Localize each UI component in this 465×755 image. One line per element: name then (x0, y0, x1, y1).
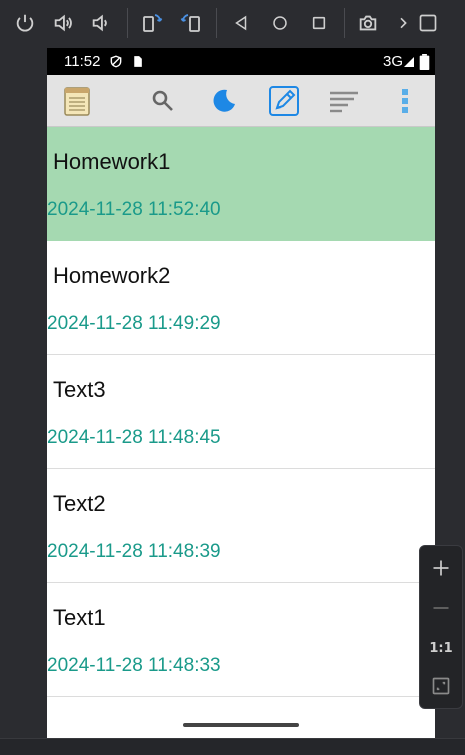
back-icon[interactable] (226, 8, 256, 38)
status-bar: 11:52 3G (47, 48, 435, 75)
extended-controls-icon[interactable] (414, 8, 442, 38)
actual-size-button[interactable]: 1:1 (420, 630, 462, 666)
note-date: 2024-11-28 11:48:45 (47, 427, 221, 448)
edit-icon[interactable] (266, 83, 302, 119)
note-title: Text1 (53, 605, 106, 630)
overview-icon[interactable] (304, 8, 334, 38)
night-mode-icon[interactable] (205, 83, 241, 119)
zoom-panel: 1:1 (419, 545, 463, 709)
note-date: 2024-11-28 11:48:33 (47, 655, 221, 676)
rotate-right-icon[interactable] (176, 8, 206, 38)
list-item[interactable]: Text2 2024-11-28 11:48:39 (47, 469, 435, 583)
sim-card-icon (134, 56, 142, 67)
note-title: Homework1 (53, 149, 171, 174)
zoom-out-icon[interactable] (420, 590, 462, 626)
emulator-bottom-bar (0, 738, 465, 755)
rotate-left-icon[interactable] (137, 8, 167, 38)
battery-icon (419, 54, 430, 70)
device-screen: 11:52 3G Homework1 2024-11-28 11:52:40 H… (47, 48, 435, 738)
list-item[interactable]: Text3 2024-11-28 11:48:45 (47, 355, 435, 469)
note-title: Text2 (53, 491, 106, 516)
zoom-in-icon[interactable] (420, 550, 462, 586)
search-icon[interactable] (145, 83, 181, 119)
screenshot-icon[interactable] (353, 8, 383, 38)
app-toolbar (47, 75, 435, 127)
list-item[interactable]: Text1 2024-11-28 11:48:33 (47, 583, 435, 697)
toolbar-separator (344, 8, 345, 38)
note-date: 2024-11-28 11:48:39 (47, 541, 221, 562)
list-item[interactable]: Homework1 2024-11-28 11:52:40 (47, 127, 435, 241)
list-item[interactable]: Homework2 2024-11-28 11:49:29 (47, 241, 435, 355)
sort-icon[interactable] (326, 83, 362, 119)
volume-up-icon[interactable] (48, 8, 78, 38)
notes-icon[interactable] (59, 83, 95, 119)
overflow-menu-icon[interactable] (387, 83, 423, 119)
gesture-nav-handle[interactable] (183, 723, 299, 727)
network-type: 3G (382, 53, 403, 70)
note-date: 2024-11-28 11:52:40 (47, 199, 221, 220)
home-icon[interactable] (265, 8, 295, 38)
status-time: 11:52 (64, 53, 101, 70)
signal-icon (404, 57, 414, 67)
note-title: Text3 (53, 377, 106, 402)
power-icon[interactable] (10, 8, 40, 38)
note-date: 2024-11-28 11:49:29 (47, 313, 221, 334)
fit-screen-icon[interactable] (420, 668, 462, 704)
notes-list: Homework1 2024-11-28 11:52:40 Homework2 … (47, 127, 435, 697)
emulator-toolbar (0, 0, 465, 46)
toolbar-separator (127, 8, 128, 38)
note-title: Homework2 (53, 263, 171, 288)
shield-icon (110, 55, 122, 68)
volume-down-icon[interactable] (86, 8, 116, 38)
toolbar-separator (216, 8, 217, 38)
